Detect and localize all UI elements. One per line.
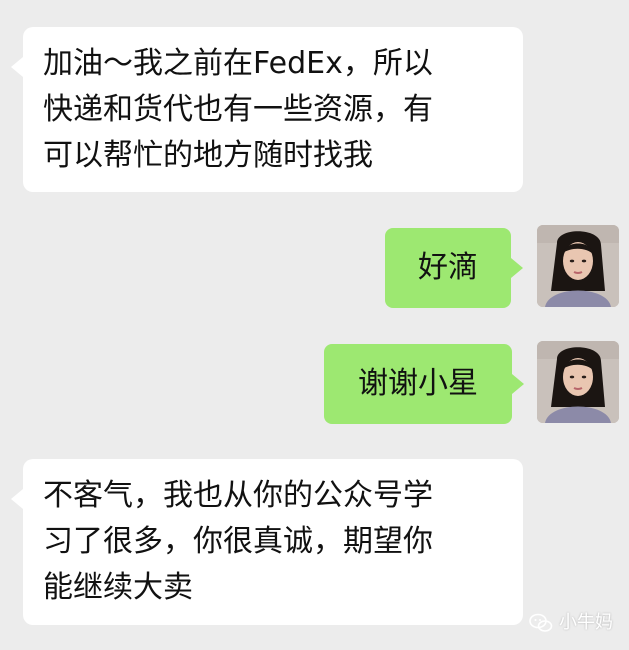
wechat-icon: [529, 613, 553, 632]
user-avatar[interactable]: [537, 225, 619, 307]
avatar-portrait-icon: [537, 225, 619, 307]
chat-conversation: 加油～我之前在FedEx，所以 快递和货代也有一些资源，有 可以帮忙的地方随时找…: [0, 0, 629, 650]
watermark: 小牛妈: [529, 613, 613, 633]
user-avatar[interactable]: [537, 341, 619, 423]
incoming-message-bubble[interactable]: 加油～我之前在FedEx，所以 快递和货代也有一些资源，有 可以帮忙的地方随时找…: [11, 27, 523, 192]
outgoing-message-bubble[interactable]: 谢谢小星: [324, 344, 524, 424]
watermark-text: 小牛妈: [559, 612, 613, 633]
outgoing-message-bubble[interactable]: 好滴: [385, 228, 523, 308]
avatar-portrait-icon: [537, 341, 619, 423]
incoming-message-bubble[interactable]: 不客气，我也从你的公众号学 习了很多，你很真诚，期望你 能继续大卖: [11, 459, 523, 625]
